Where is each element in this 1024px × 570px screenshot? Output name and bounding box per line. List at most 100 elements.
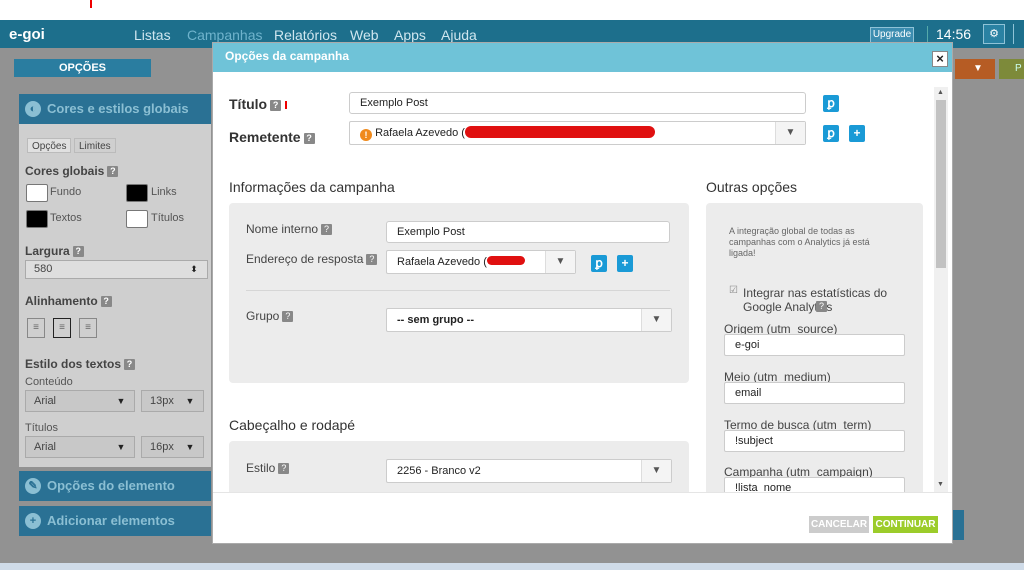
modal-title: Opções da campanha bbox=[225, 49, 350, 63]
right-panel-edge bbox=[953, 510, 964, 540]
titulo-label: Título? bbox=[229, 96, 288, 112]
help-icon[interactable]: ? bbox=[72, 246, 84, 257]
help-icon[interactable]: ? bbox=[282, 311, 294, 322]
clock: 14:56 bbox=[927, 26, 971, 42]
global-styles-title: Cores e estilos globais bbox=[47, 101, 189, 116]
modal-header: Opções da campanha bbox=[213, 43, 952, 72]
titulos-color-label: Títulos bbox=[151, 212, 185, 224]
nav-campanhas[interactable]: Campanhas bbox=[187, 27, 263, 43]
scrollbar-thumb[interactable] bbox=[936, 100, 946, 268]
red-mark bbox=[90, 0, 92, 8]
close-icon[interactable]: × bbox=[932, 51, 948, 67]
endereco-resposta-label: Endereço de resposta? bbox=[246, 252, 378, 266]
titulos-label: Títulos bbox=[25, 422, 59, 434]
alinhamento-label: Alinhamento? bbox=[25, 294, 112, 308]
os-taskbar bbox=[0, 563, 1024, 570]
titulos-swatch[interactable] bbox=[126, 210, 148, 228]
titulo-input[interactable]: Exemplo Post bbox=[349, 92, 806, 114]
cabecalho-section-title: Cabeçalho e rodapé bbox=[229, 417, 356, 433]
preview-button[interactable]: P bbox=[999, 59, 1024, 79]
logo: e-goi bbox=[9, 26, 45, 43]
cores-globais-label: Cores globais? bbox=[25, 164, 119, 178]
help-icon[interactable]: ? bbox=[107, 166, 119, 177]
gear-icon[interactable]: ⚙ bbox=[983, 24, 1005, 44]
titulos-font-select[interactable]: Arial ▼ bbox=[25, 436, 135, 458]
conteudo-font-select[interactable]: Arial ▼ bbox=[25, 390, 135, 412]
help-icon[interactable]: ? bbox=[278, 463, 290, 474]
align-center-icon[interactable]: ≡ bbox=[53, 318, 71, 338]
estilo-textos-label: Estilo dos textos? bbox=[25, 357, 136, 371]
redaction-mark bbox=[486, 256, 525, 265]
meio-input[interactable]: email bbox=[724, 382, 905, 404]
links-label: Links bbox=[151, 186, 177, 198]
scroll-up-icon[interactable]: ▲ bbox=[937, 89, 944, 96]
textos-swatch[interactable] bbox=[26, 210, 48, 228]
nav-listas[interactable]: Listas bbox=[134, 27, 171, 43]
add-sender-icon[interactable]: + bbox=[849, 125, 865, 142]
estilo-value: 2256 - Branco v2 bbox=[397, 465, 481, 477]
largura-label: Largura? bbox=[25, 244, 84, 258]
termo-input[interactable]: !subject bbox=[724, 430, 905, 452]
menu-icon[interactable] bbox=[1013, 24, 1024, 44]
conteudo-size-select[interactable]: 13px ▼ bbox=[141, 390, 204, 412]
upgrade-button[interactable]: Upgrade bbox=[870, 27, 914, 43]
nav-ajuda[interactable]: Ajuda bbox=[441, 27, 477, 43]
plus-icon: + bbox=[25, 513, 41, 529]
help-icon[interactable]: ? bbox=[303, 133, 315, 144]
personalize-icon[interactable]: ꝑ bbox=[823, 95, 839, 112]
personalize-icon[interactable]: ꝑ bbox=[823, 125, 839, 142]
add-elements-header[interactable]: + Adicionar elementos bbox=[19, 506, 211, 536]
divider bbox=[246, 290, 670, 291]
nav-web[interactable]: Web bbox=[350, 27, 379, 43]
tab-opcoes[interactable]: Opções bbox=[27, 138, 72, 153]
continue-button[interactable]: CONTINUAR bbox=[873, 516, 938, 533]
dropdown-button[interactable]: ▼ bbox=[955, 59, 995, 79]
nome-interno-label: Nome interno? bbox=[246, 222, 333, 236]
add-elements-title: Adicionar elementos bbox=[47, 513, 175, 528]
conteudo-label: Conteúdo bbox=[25, 376, 73, 388]
grupo-select[interactable]: -- sem grupo -- ▼ bbox=[386, 308, 672, 332]
help-icon[interactable]: ? bbox=[366, 254, 378, 265]
titulos-size-select[interactable]: 16px ▼ bbox=[141, 436, 204, 458]
help-icon[interactable]: ? bbox=[270, 100, 282, 111]
help-icon[interactable]: ? bbox=[816, 301, 827, 312]
nome-interno-input[interactable]: Exemplo Post bbox=[386, 221, 670, 243]
remetente-value: Rafaela Azevedo ( bbox=[375, 127, 465, 139]
help-icon[interactable]: ? bbox=[321, 224, 333, 235]
estilo-select[interactable]: 2256 - Branco v2 ▼ bbox=[386, 459, 672, 483]
chevron-down-icon: ▼ bbox=[185, 396, 195, 406]
stepper-icon[interactable]: ⬍ bbox=[183, 262, 205, 277]
required-mark bbox=[285, 101, 288, 109]
outras-section-title: Outras opções bbox=[706, 179, 798, 195]
add-address-icon[interactable]: + bbox=[617, 255, 633, 272]
chevron-down-icon: ▼ bbox=[185, 442, 195, 452]
analytics-note: A integração global de todas as campanha… bbox=[729, 226, 870, 258]
help-icon[interactable]: ? bbox=[124, 359, 136, 370]
nav-relatorios[interactable]: Relatórios bbox=[274, 27, 337, 43]
largura-input[interactable]: 580 ⬍ bbox=[25, 260, 208, 279]
remetente-select[interactable]: ! Rafaela Azevedo ( ▼ bbox=[349, 121, 806, 145]
chevron-down-icon: ▼ bbox=[116, 442, 126, 452]
pencil-icon: ✎ bbox=[25, 478, 41, 494]
warning-icon: ! bbox=[360, 129, 372, 141]
redaction-mark bbox=[464, 126, 655, 138]
help-icon[interactable]: ? bbox=[100, 296, 112, 307]
chevron-down-icon: ▼ bbox=[116, 396, 126, 406]
fundo-swatch[interactable] bbox=[26, 184, 48, 202]
chevron-down-icon: ▼ bbox=[775, 122, 805, 144]
chevron-down-icon: ▼ bbox=[545, 251, 575, 273]
endereco-value: Rafaela Azevedo ( bbox=[397, 256, 487, 268]
personalize-icon[interactable]: ꝑ bbox=[591, 255, 607, 272]
tab-limites[interactable]: Limites bbox=[74, 138, 116, 153]
global-styles-header[interactable]: ◐ Cores e estilos globais bbox=[19, 94, 211, 124]
links-swatch[interactable] bbox=[126, 184, 148, 202]
origem-input[interactable]: e-goi bbox=[724, 334, 905, 356]
scroll-down-icon[interactable]: ▼ bbox=[937, 481, 944, 488]
align-left-icon[interactable]: ≡ bbox=[27, 318, 45, 338]
align-right-icon[interactable]: ≡ bbox=[79, 318, 97, 338]
cancel-button[interactable]: CANCELAR bbox=[809, 516, 869, 533]
opcoes-button[interactable]: OPÇÕES bbox=[14, 59, 151, 77]
endereco-resposta-select[interactable]: Rafaela Azevedo ( ▼ bbox=[386, 250, 576, 274]
element-options-header[interactable]: ✎ Opções do elemento bbox=[19, 471, 211, 501]
nav-apps[interactable]: Apps bbox=[394, 27, 426, 43]
